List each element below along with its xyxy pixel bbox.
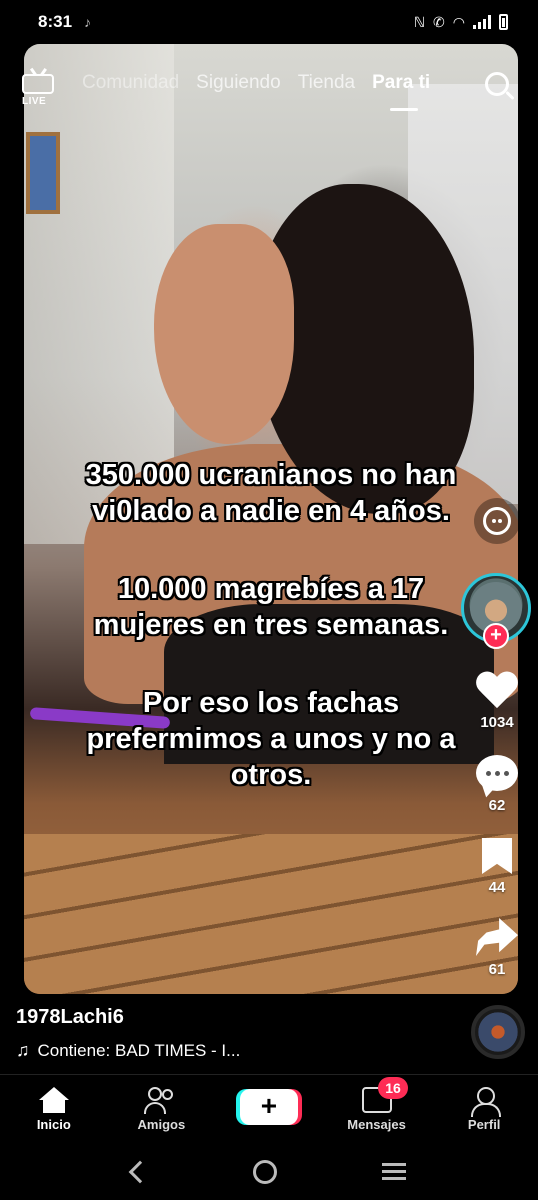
feed-tabs: Comunidad Siguiendo Tienda Para ti [82, 72, 430, 111]
nav-mensajes[interactable]: Mensajes [323, 1075, 431, 1144]
back-icon[interactable] [129, 1160, 152, 1184]
video-scene-person-face [154, 224, 294, 444]
nav-inicio[interactable]: Inicio [0, 1075, 108, 1144]
friends-icon [144, 1087, 178, 1114]
effect-face-icon[interactable] [474, 498, 520, 544]
music-title: Contiene: BAD TIMES - I... [37, 1040, 241, 1060]
bottom-nav: Inicio Amigos + Mensajes Perfil [0, 1074, 538, 1144]
status-bar: 8:31 ♪ ℕ ✆ ◠ [0, 0, 538, 44]
nav-inicio-label: Inicio [36, 1117, 71, 1132]
signal-icon [473, 15, 491, 29]
video-caption-2: 10.000 magrebíes a 17 mujeres en tres se… [93, 573, 449, 641]
video-player[interactable]: 350.000 ucranianos no han vi0lado a nadi… [24, 44, 518, 994]
follow-button[interactable]: + [483, 623, 509, 649]
nav-amigos[interactable]: Amigos [108, 1075, 216, 1144]
wifi-icon: ◠ [452, 13, 465, 30]
comment-icon[interactable] [476, 755, 518, 791]
post-username[interactable]: 1978Lachi6 [16, 1006, 124, 1029]
create-plus-button[interactable]: + [239, 1089, 298, 1125]
music-note-icon: ♫ [16, 1040, 30, 1060]
home-icon [38, 1087, 69, 1113]
video-scene-picture-frame [26, 132, 60, 214]
share-count: 61 [488, 961, 506, 978]
nav-mensajes-label: Mensajes [347, 1117, 406, 1132]
tab-para-ti[interactable]: Para ti [372, 72, 430, 111]
live-icon[interactable]: LIVE [22, 68, 56, 107]
like-heart-icon[interactable] [475, 672, 519, 712]
nav-amigos-label: Amigos [137, 1117, 186, 1132]
search-icon[interactable] [485, 72, 515, 102]
wifi-call-icon: ✆ [433, 13, 445, 30]
tab-comunidad[interactable]: Comunidad [82, 72, 179, 94]
music-info[interactable]: ♫ Contiene: BAD TIMES - I... [16, 1040, 240, 1061]
tv-icon [22, 74, 54, 94]
nav-perfil-label: Perfil [467, 1117, 501, 1132]
video-caption-3: Por eso los fachas prefermimos a unos y … [86, 687, 456, 791]
tab-tienda[interactable]: Tienda [298, 72, 355, 94]
comment-count: 62 [488, 797, 506, 814]
system-nav-bar [0, 1144, 538, 1200]
live-label: LIVE [22, 96, 47, 107]
recents-icon[interactable] [381, 1163, 406, 1181]
nfc-icon: ℕ [413, 13, 426, 30]
top-nav: LIVE Comunidad Siguiendo Tienda Para ti [0, 62, 538, 112]
nav-create[interactable]: + [215, 1075, 323, 1144]
tab-siguiendo[interactable]: Siguiendo [196, 72, 281, 94]
status-indicators: ℕ ✆ ◠ [414, 14, 508, 31]
status-time: 8:31 [38, 12, 73, 31]
nav-perfil[interactable]: Perfil [430, 1075, 538, 1144]
system-home-icon[interactable] [252, 1160, 277, 1184]
profile-icon [471, 1087, 502, 1117]
like-count: 1034 [480, 714, 514, 731]
save-count: 44 [488, 879, 506, 896]
battery-icon [499, 14, 508, 30]
tiktok-notification-icon: ♪ [84, 14, 92, 30]
video-scene-table [24, 834, 518, 994]
music-disc-icon[interactable] [471, 1005, 525, 1059]
video-caption-1: 350.000 ucranianos no han vi0lado a nadi… [85, 459, 457, 527]
inbox-badge: 16 [378, 1077, 408, 1099]
